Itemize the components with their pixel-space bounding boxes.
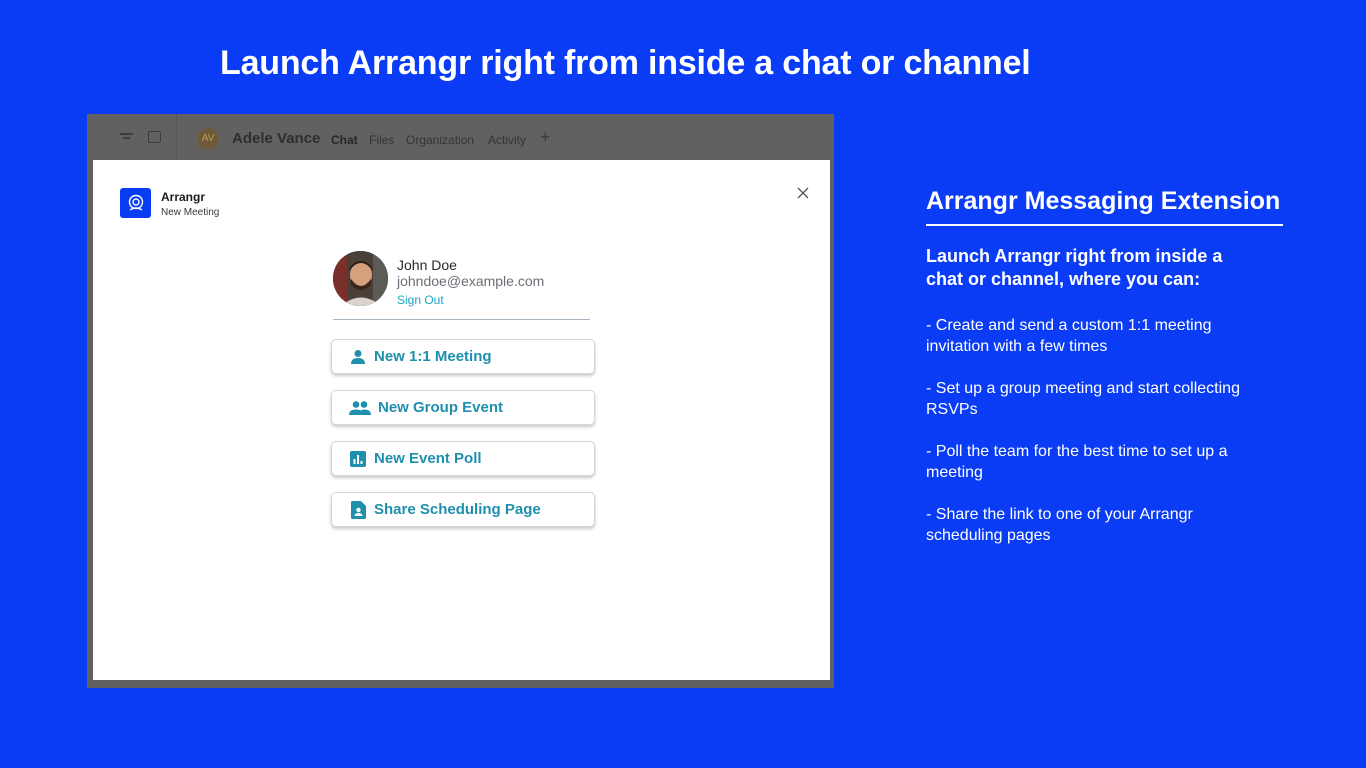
feature-item-group: - Set up a group meeting and start colle… (926, 380, 1240, 418)
chat-user-name: Adele Vance (232, 130, 321, 147)
tab-organization[interactable]: Organization (406, 133, 474, 147)
compose-icon[interactable] (148, 131, 161, 143)
page-headline: Launch Arrangr right from inside a chat … (220, 44, 1031, 82)
new-one-on-one-meeting-label: New 1:1 Meeting (374, 348, 492, 365)
new-event-poll-label: New Event Poll (374, 450, 482, 467)
poll-chart-icon (348, 450, 368, 468)
panel-divider (926, 224, 1283, 226)
sign-out-link[interactable]: Sign Out (397, 293, 444, 307)
arrangr-dialog: Arrangr New Meeting John Doe johndoe@exa… (93, 160, 830, 680)
teams-header-bar: AV Adele Vance Chat Files Organization A… (87, 114, 834, 160)
filter-icon[interactable] (120, 131, 133, 143)
new-group-event-button[interactable]: New Group Event (331, 390, 595, 425)
feature-item-one-on-one: - Create and send a custom 1:1 meeting i… (926, 317, 1212, 355)
tab-activity[interactable]: Activity (488, 133, 526, 147)
arrangr-logo-icon (120, 188, 151, 218)
avatar (333, 251, 388, 306)
feature-item-share: - Share the link to one of your Arrangr … (926, 506, 1193, 544)
close-icon (797, 187, 809, 199)
contact-page-icon (348, 500, 368, 519)
share-scheduling-page-button[interactable]: Share Scheduling Page (331, 492, 595, 527)
panel-title: Arrangr Messaging Extension (926, 187, 1281, 215)
person-icon (348, 348, 368, 366)
feature-item-poll: - Poll the team for the best time to set… (926, 443, 1228, 481)
user-name: John Doe (397, 257, 457, 273)
user-email: johndoe@example.com (397, 273, 545, 289)
people-icon (348, 399, 372, 417)
new-one-on-one-meeting-button[interactable]: New 1:1 Meeting (331, 339, 595, 374)
header-divider (176, 114, 177, 160)
tab-chat[interactable]: Chat (331, 133, 358, 147)
user-profile: John Doe johndoe@example.com Sign Out (333, 250, 590, 320)
close-button[interactable] (794, 184, 812, 202)
app-subtitle: New Meeting (161, 207, 220, 218)
add-tab-button[interactable]: + (540, 127, 551, 148)
panel-intro: Launch Arrangr right from inside a chat … (926, 246, 1223, 289)
new-group-event-label: New Group Event (378, 399, 504, 416)
tab-files[interactable]: Files (369, 133, 394, 147)
share-scheduling-page-label: Share Scheduling Page (374, 501, 541, 518)
app-name: Arrangr (161, 190, 206, 204)
chat-avatar: AV (197, 128, 219, 150)
new-event-poll-button[interactable]: New Event Poll (331, 441, 595, 476)
